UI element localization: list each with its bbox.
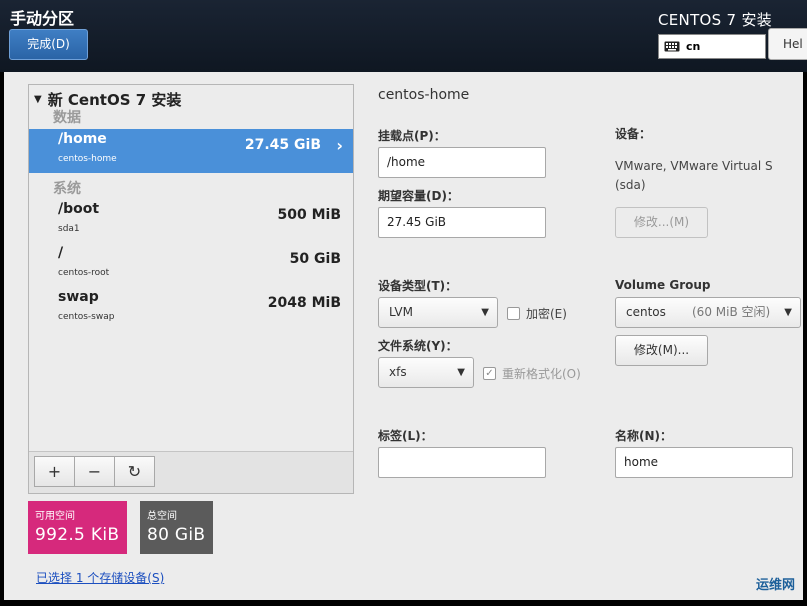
volume-group-value: centos (626, 305, 666, 319)
mount-point-label: 挂载点(P)： (378, 129, 446, 143)
partition-tree: ▼ 新 CentOS 7 安装 数据 /home centos-home 27.… (28, 84, 354, 494)
dropdown-caret-icon: ▼ (457, 367, 465, 378)
partition-mount: /boot (58, 201, 100, 217)
device-description-line2: (sda) (615, 178, 646, 192)
checkbox-box-icon (507, 307, 520, 320)
available-space-value: 992.5 KiB (35, 525, 120, 545)
tag-input[interactable] (378, 447, 546, 478)
partition-row-boot[interactable]: /boot sda1 500 MiB (29, 199, 353, 243)
watermark-logo: 运维网 (703, 560, 803, 600)
dropdown-caret-icon: ▼ (784, 307, 792, 318)
partition-row-swap[interactable]: swap centos-swap 2048 MiB (29, 287, 353, 331)
filesystem-select[interactable]: xfs ▼ (378, 357, 474, 388)
device-type-select[interactable]: LVM ▼ (378, 297, 498, 328)
partition-mount: / (58, 245, 64, 261)
modify-device-button[interactable]: 修改...(M) (615, 207, 708, 238)
partition-device: centos-swap (58, 312, 115, 322)
main-content: ▼ 新 CentOS 7 安装 数据 /home centos-home 27.… (4, 72, 803, 600)
chevron-right-icon: › (336, 136, 343, 155)
help-button[interactable]: Hel (768, 28, 807, 60)
group-label-data: 数据 (53, 110, 81, 126)
device-description-line1: VMware, VMware Virtual S (615, 159, 773, 173)
tag-label: 标签(L)： (378, 429, 433, 443)
done-button[interactable]: 完成(D) (9, 29, 88, 60)
partition-row-root[interactable]: / centos-root 50 GiB (29, 243, 353, 287)
partition-mount: /home (58, 131, 107, 147)
partition-device: centos-home (58, 154, 117, 164)
device-type-value: LVM (389, 305, 413, 319)
modify-volume-group-button[interactable]: 修改(M)... (615, 335, 708, 366)
partition-size: 50 GiB (289, 251, 341, 267)
volume-group-label: Volume Group (615, 278, 711, 292)
keyboard-icon (664, 41, 680, 52)
device-type-label: 设备类型(T)： (378, 279, 458, 293)
top-header: 手动分区 完成(D) CENTOS 7 安装 cn Hel (0, 0, 807, 72)
add-partition-button[interactable]: + (34, 456, 75, 487)
capacity-label: 期望容量(D)： (378, 189, 459, 203)
name-label: 名称(N)： (615, 429, 673, 443)
installer-title: CENTOS 7 安装 (658, 11, 773, 29)
expander-down-icon[interactable]: ▼ (34, 94, 42, 105)
page-title: 手动分区 (10, 9, 75, 28)
watermark-text: 运维网 (755, 578, 795, 593)
total-space-value: 80 GiB (147, 525, 206, 545)
partition-device: sda1 (58, 224, 80, 234)
name-input[interactable]: home (615, 447, 793, 478)
partition-device: centos-root (58, 268, 110, 278)
group-label-system: 系统 (53, 181, 81, 197)
filesystem-value: xfs (389, 365, 407, 379)
total-space-label: 总空间 (147, 511, 177, 522)
encrypt-checkbox[interactable]: 加密(E) (507, 305, 567, 322)
refresh-button[interactable]: ↻ (114, 456, 155, 487)
mount-point-input[interactable]: /home (378, 147, 546, 178)
partition-mount: swap (58, 289, 99, 305)
volume-group-select[interactable]: centos (60 MiB 空闲) ▼ (615, 297, 801, 328)
keyboard-layout-indicator[interactable]: cn (658, 34, 766, 59)
available-space-label: 可用空间 (35, 511, 75, 522)
partition-size: 27.45 GiB (244, 137, 321, 153)
filesystem-label: 文件系统(Y)： (378, 339, 458, 353)
available-space-box: 可用空间 992.5 KiB (28, 501, 127, 554)
partition-toolbar: + − ↻ (29, 451, 353, 493)
dropdown-caret-icon: ▼ (481, 307, 489, 318)
keyboard-layout-code: cn (686, 40, 701, 53)
selected-storage-link[interactable]: 已选择 1 个存储设备(S) (36, 569, 164, 586)
partition-size: 2048 MiB (267, 295, 341, 311)
reformat-label: 重新格式化(O) (502, 367, 581, 381)
device-description: VMware, VMware Virtual S (sda) (615, 157, 773, 195)
partition-row-home[interactable]: /home centos-home 27.45 GiB › (29, 129, 353, 173)
total-space-box: 总空间 80 GiB (140, 501, 213, 554)
partition-size: 500 MiB (277, 207, 342, 223)
detail-title: centos-home (378, 87, 470, 103)
checkmark-icon: ✓ (483, 367, 496, 380)
reformat-checkbox[interactable]: ✓ 重新格式化(O) (483, 365, 581, 382)
encrypt-label: 加密(E) (526, 307, 567, 321)
capacity-input[interactable]: 27.45 GiB (378, 207, 546, 238)
device-label: 设备： (615, 127, 652, 141)
remove-partition-button[interactable]: − (74, 456, 115, 487)
volume-group-free: (60 MiB 空闲) (692, 305, 771, 319)
